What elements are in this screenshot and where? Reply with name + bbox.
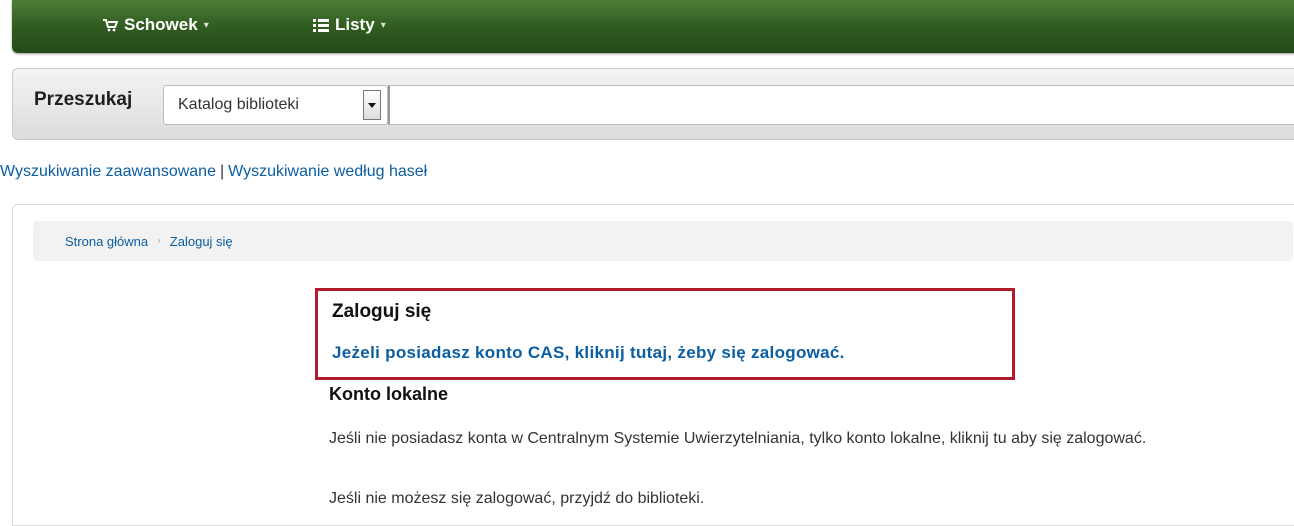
breadcrumb-home-link[interactable]: Strona główna <box>65 234 148 249</box>
local-account-text: Jeśli nie posiadasz konta w Centralnym S… <box>329 430 1147 447</box>
search-scope-select[interactable]: Katalog biblioteki <box>163 85 388 125</box>
search-links: Wyszukiwanie zaawansowane | Wyszukiwanie w… <box>0 163 427 181</box>
chevron-down-icon: ▾ <box>380 19 386 31</box>
local-account-heading: Konto lokalne <box>329 384 449 404</box>
nav-cart-menu[interactable]: Schowek ▾ <box>102 14 209 36</box>
login-highlight-box: Zaloguj się Jeżeli posiadasz konto CAS, … <box>315 288 1015 380</box>
top-navbar: Schowek ▾ Listy ▾ <box>12 0 1294 53</box>
chevron-down-icon: ▾ <box>203 19 209 31</box>
nav-lists-menu[interactable]: Listy ▾ <box>313 14 386 36</box>
search-scope-value: Katalog biblioteki <box>178 96 299 113</box>
dropdown-arrow-icon[interactable] <box>363 90 381 120</box>
nav-lists-label: Listy <box>335 15 375 34</box>
breadcrumb-current[interactable]: Zaloguj się <box>170 234 233 249</box>
search-label: Przeszukaj <box>34 89 133 110</box>
link-separator: | <box>219 163 225 180</box>
cas-login-link[interactable]: Jeżeli posiadasz konto CAS, kliknij tuta… <box>332 343 845 363</box>
list-icon <box>313 18 329 32</box>
login-title: Zaloguj się <box>332 301 432 322</box>
cart-icon <box>102 18 118 32</box>
search-input[interactable] <box>388 85 1294 125</box>
visit-library-text: Jeśli nie możesz się zalogować, przyjdź … <box>329 490 705 507</box>
breadcrumb-separator-icon: › <box>157 235 161 247</box>
search-bar: Przeszukaj Katalog biblioteki <box>12 68 1294 140</box>
subject-search-link[interactable]: Wyszukiwanie według haseł <box>228 163 427 180</box>
advanced-search-link[interactable]: Wyszukiwanie zaawansowane <box>0 163 216 180</box>
main-panel: Strona główna › Zaloguj się Zaloguj się … <box>12 204 1294 526</box>
breadcrumb: Strona główna › Zaloguj się <box>33 221 1293 261</box>
nav-cart-label: Schowek <box>124 15 198 34</box>
